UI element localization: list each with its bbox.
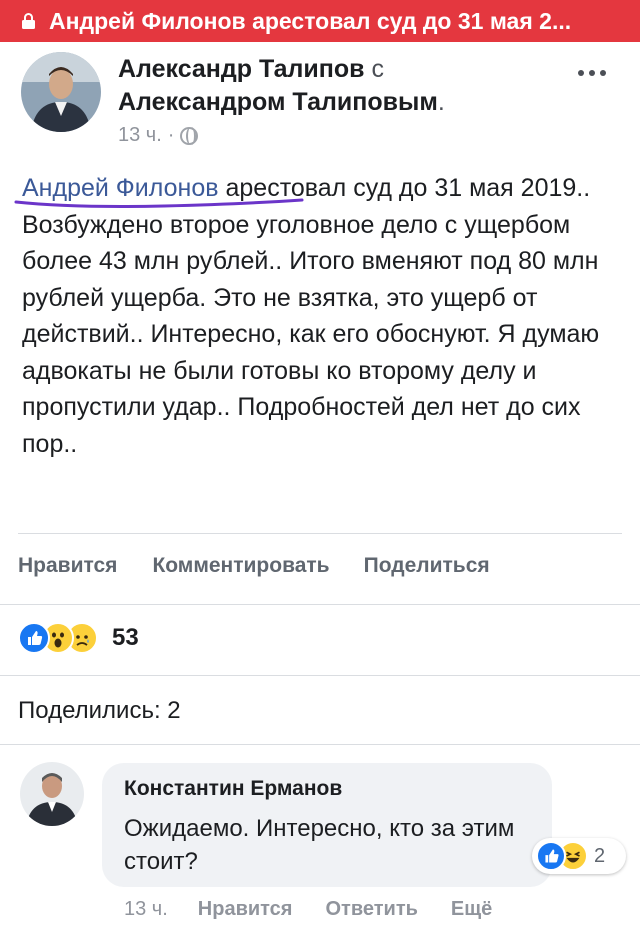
author-name[interactable]: Александр Талипов [118, 55, 365, 83]
comment-author[interactable]: Константин Ерманов [124, 777, 342, 801]
divider [0, 604, 640, 605]
post-body: арестовал суд до 31 мая 2019.. Возбужден… [22, 174, 600, 458]
post-actions: Нравится Комментировать Поделиться [18, 554, 490, 578]
post-time[interactable]: 13 ч. [118, 124, 162, 147]
comment-text: Ожидаемо. Интересно, кто за этим стоит? [124, 815, 515, 875]
comment-time: 13 ч. [124, 898, 168, 920]
comment-reply-button[interactable]: Ответить [325, 898, 417, 921]
with-word: с [371, 55, 385, 83]
comment-like-button[interactable]: Нравится [198, 898, 293, 921]
like-reaction-icon [18, 622, 50, 654]
notification-bar[interactable]: Андрей Филонов арестовал суд до 31 мая 2… [0, 0, 640, 42]
notification-title: Андрей Филонов арестовал суд до 31 мая 2… [49, 7, 572, 34]
comment-more-button[interactable]: Ещё [451, 898, 492, 921]
share-button[interactable]: Поделиться [364, 554, 490, 578]
hand-drawn-underline [14, 198, 304, 208]
divider [0, 675, 640, 676]
post-text: Андрей Филонов арестовал суд до 31 мая 2… [22, 170, 622, 462]
comment-reactions[interactable]: 2 [532, 838, 626, 874]
comment-actions: 13 ч. Нравится Ответить Ещё [124, 898, 492, 921]
author-avatar[interactable] [21, 52, 101, 132]
tagged-person[interactable]: Александром Талиповым [118, 88, 438, 116]
meta-dot: · [167, 124, 175, 146]
post-meta: 13 ч. · [118, 124, 199, 147]
post-author-line: Александр Талипов с Александром Талиповы… [118, 53, 538, 119]
globe-icon [180, 126, 199, 145]
reaction-count: 53 [112, 624, 139, 651]
shares-count[interactable]: Поделились: 2 [18, 697, 181, 725]
divider [18, 533, 622, 534]
commenter-avatar[interactable] [20, 762, 84, 826]
lock-icon [22, 13, 35, 29]
comment-reaction-count: 2 [594, 844, 606, 867]
sentence-dot: . [437, 88, 445, 116]
divider [0, 744, 640, 745]
reactions-summary[interactable]: 53 [18, 622, 139, 654]
more-options-icon[interactable] [578, 70, 606, 76]
like-button[interactable]: Нравится [18, 554, 117, 578]
comment-button[interactable]: Комментировать [152, 554, 329, 578]
like-reaction-icon [536, 841, 566, 871]
